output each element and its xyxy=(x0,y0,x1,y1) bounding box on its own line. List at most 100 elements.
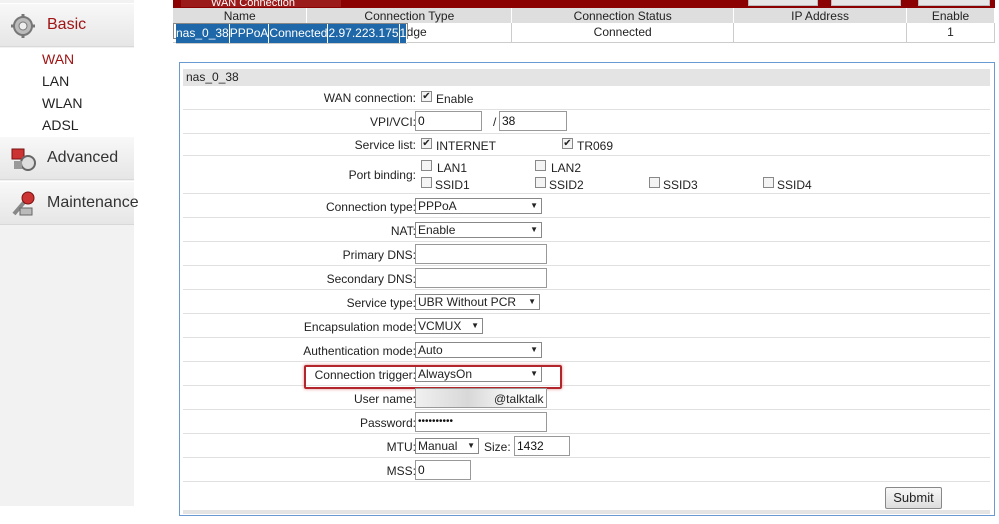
sidebar-item-wan[interactable]: WAN xyxy=(0,48,134,70)
sidebar-item-wlan[interactable]: WLAN xyxy=(0,92,134,114)
port-ssid4-checkbox[interactable] xyxy=(763,177,774,188)
port-ssid2-label: SSID2 xyxy=(549,178,584,192)
primary-dns-label: Primary DNS: xyxy=(342,248,416,262)
port-ssid4-label: SSID4 xyxy=(777,178,812,192)
cell-status: Connected xyxy=(268,24,329,44)
col-enable: Enable xyxy=(906,8,995,23)
cell-type: PPPoA xyxy=(229,24,270,44)
mss-input[interactable]: 0 xyxy=(415,460,471,480)
cell-ip xyxy=(733,23,907,43)
nat-select[interactable]: Enable ▼ xyxy=(415,222,542,238)
row-password: Password: •••••••••• xyxy=(183,410,990,434)
row-mtu: MTU: Manual ▼ Size: 1432 xyxy=(183,434,990,458)
nat-label: NAT: xyxy=(390,224,416,238)
sidebar-item-lan[interactable]: LAN xyxy=(0,70,134,92)
row-port-binding: Port binding: LAN1 LAN2 SSID1 SSID2 SSID… xyxy=(183,156,990,194)
tab-wan-connection[interactable]: WAN Connection xyxy=(181,0,341,7)
service-internet-checkbox[interactable]: ✔ xyxy=(421,138,432,149)
cell-enable: 1 xyxy=(906,23,995,43)
connection-type-value: PPPoA xyxy=(418,199,457,213)
service-type-select[interactable]: UBR Without PCR ▼ xyxy=(415,294,540,310)
row-primary-dns: Primary DNS: xyxy=(183,242,990,266)
connection-type-label: Connection type: xyxy=(325,200,416,214)
col-name: Name xyxy=(173,8,308,23)
nav-basic-label: Basic xyxy=(47,16,87,33)
port-ssid1-checkbox[interactable] xyxy=(421,177,432,188)
wan-connection-checkbox[interactable]: ✔ xyxy=(421,91,432,102)
toolbar-button[interactable] xyxy=(831,0,901,6)
sidebar-item-adsl[interactable]: ADSL xyxy=(0,114,134,136)
row-wan-connection: WAN connection: ✔ Enable xyxy=(183,87,990,110)
wan-connection-header-strip: WAN Connection xyxy=(173,0,995,8)
cell-ip: 2.97.223.175 xyxy=(327,24,400,44)
wan-connection-label: WAN connection: xyxy=(323,91,416,105)
vpi-vci-label: VPI/VCI: xyxy=(369,115,416,129)
port-lan2-checkbox[interactable] xyxy=(535,160,546,171)
submit-button[interactable]: Submit xyxy=(885,487,942,509)
chevron-down-icon: ▼ xyxy=(528,297,536,306)
mtu-label: MTU: xyxy=(386,440,416,454)
vpi-input[interactable]: 0 xyxy=(415,111,482,131)
row-nat: NAT: Enable ▼ xyxy=(183,218,990,242)
row-service-list: Service list: ✔ INTERNET ✔ TR069 xyxy=(183,134,990,156)
mtu-mode-value: Manual xyxy=(418,439,458,453)
col-connection-status: Connection Status xyxy=(511,8,735,23)
nav-basic[interactable]: Basic xyxy=(0,3,134,47)
row-connection-type: Connection type: PPPoA ▼ xyxy=(183,194,990,218)
chevron-down-icon: ▼ xyxy=(471,321,479,330)
chevron-down-icon: ▼ xyxy=(530,345,538,354)
row-username: User name: @talktalk xyxy=(183,386,990,410)
cell-enable: 1 xyxy=(399,24,408,44)
table-row[interactable]: nas_0_38 PPPoA Connected 2.97.223.175 1 xyxy=(173,23,409,44)
panel-footer-bar xyxy=(183,510,990,514)
toolbar-button[interactable] xyxy=(748,0,818,6)
service-tr069-label: TR069 xyxy=(577,139,614,153)
col-connection-type: Connection Type xyxy=(306,8,513,23)
connection-type-select[interactable]: PPPoA ▼ xyxy=(415,198,542,214)
encapsulation-label: Encapsulation mode: xyxy=(303,320,416,334)
cell-name: nas_0_38 xyxy=(176,24,230,44)
service-list-label: Service list: xyxy=(354,138,416,152)
primary-dns-input[interactable] xyxy=(415,244,547,264)
nav-maintenance[interactable]: Maintenance xyxy=(0,181,139,225)
mtu-mode-select[interactable]: Manual ▼ xyxy=(415,438,479,454)
col-ip-address: IP Address xyxy=(733,8,907,23)
nav-maintenance-label: Maintenance xyxy=(47,194,139,211)
auth-select[interactable]: Auto ▼ xyxy=(415,342,542,358)
row-vpi-vci: VPI/VCI: 0 / 38 xyxy=(183,110,990,134)
mtu-size-input[interactable]: 1432 xyxy=(514,436,570,456)
chevron-down-icon: ▼ xyxy=(530,201,538,210)
auth-value: Auto xyxy=(418,343,443,357)
secondary-dns-input[interactable] xyxy=(415,268,547,288)
vci-input[interactable]: 38 xyxy=(499,111,567,131)
port-binding-label: Port binding: xyxy=(348,168,416,182)
port-ssid1-label: SSID1 xyxy=(435,178,470,192)
service-internet-label: INTERNET xyxy=(436,139,496,153)
encapsulation-value: VCMUX xyxy=(418,319,462,333)
row-secondary-dns: Secondary DNS: xyxy=(183,266,990,290)
port-lan1-checkbox[interactable] xyxy=(421,160,432,171)
toolbar-button[interactable] xyxy=(918,0,990,6)
cell-status: Connected xyxy=(511,23,735,43)
port-lan1-label: LAN1 xyxy=(437,161,468,175)
wan-connection-enable-label: Enable xyxy=(436,92,474,106)
row-mss: MSS: 0 xyxy=(183,458,990,482)
chevron-down-icon: ▼ xyxy=(467,441,475,450)
port-ssid2-checkbox[interactable] xyxy=(535,177,546,188)
password-label: Password: xyxy=(359,416,416,430)
service-tr069-checkbox[interactable]: ✔ xyxy=(562,138,573,149)
password-input[interactable]: •••••••••• xyxy=(415,412,547,432)
row-authentication: Authentication mode: Auto ▼ xyxy=(183,338,990,362)
network-tools-icon xyxy=(11,148,36,171)
port-ssid3-label: SSID3 xyxy=(663,178,698,192)
service-type-label: Service type: xyxy=(346,296,416,310)
secondary-dns-label: Secondary DNS: xyxy=(326,272,416,286)
username-label: User name: xyxy=(353,392,416,406)
auth-label: Authentication mode: xyxy=(303,344,416,358)
mtu-size-label: Size: xyxy=(484,440,511,454)
nav-advanced[interactable]: Advanced xyxy=(0,136,134,180)
wrench-icon xyxy=(12,191,35,216)
encapsulation-select[interactable]: VCMUX ▼ xyxy=(415,318,483,334)
sidebar: Basic WAN LAN WLAN ADSL Advanced Mainten… xyxy=(0,0,139,506)
port-ssid3-checkbox[interactable] xyxy=(649,177,660,188)
